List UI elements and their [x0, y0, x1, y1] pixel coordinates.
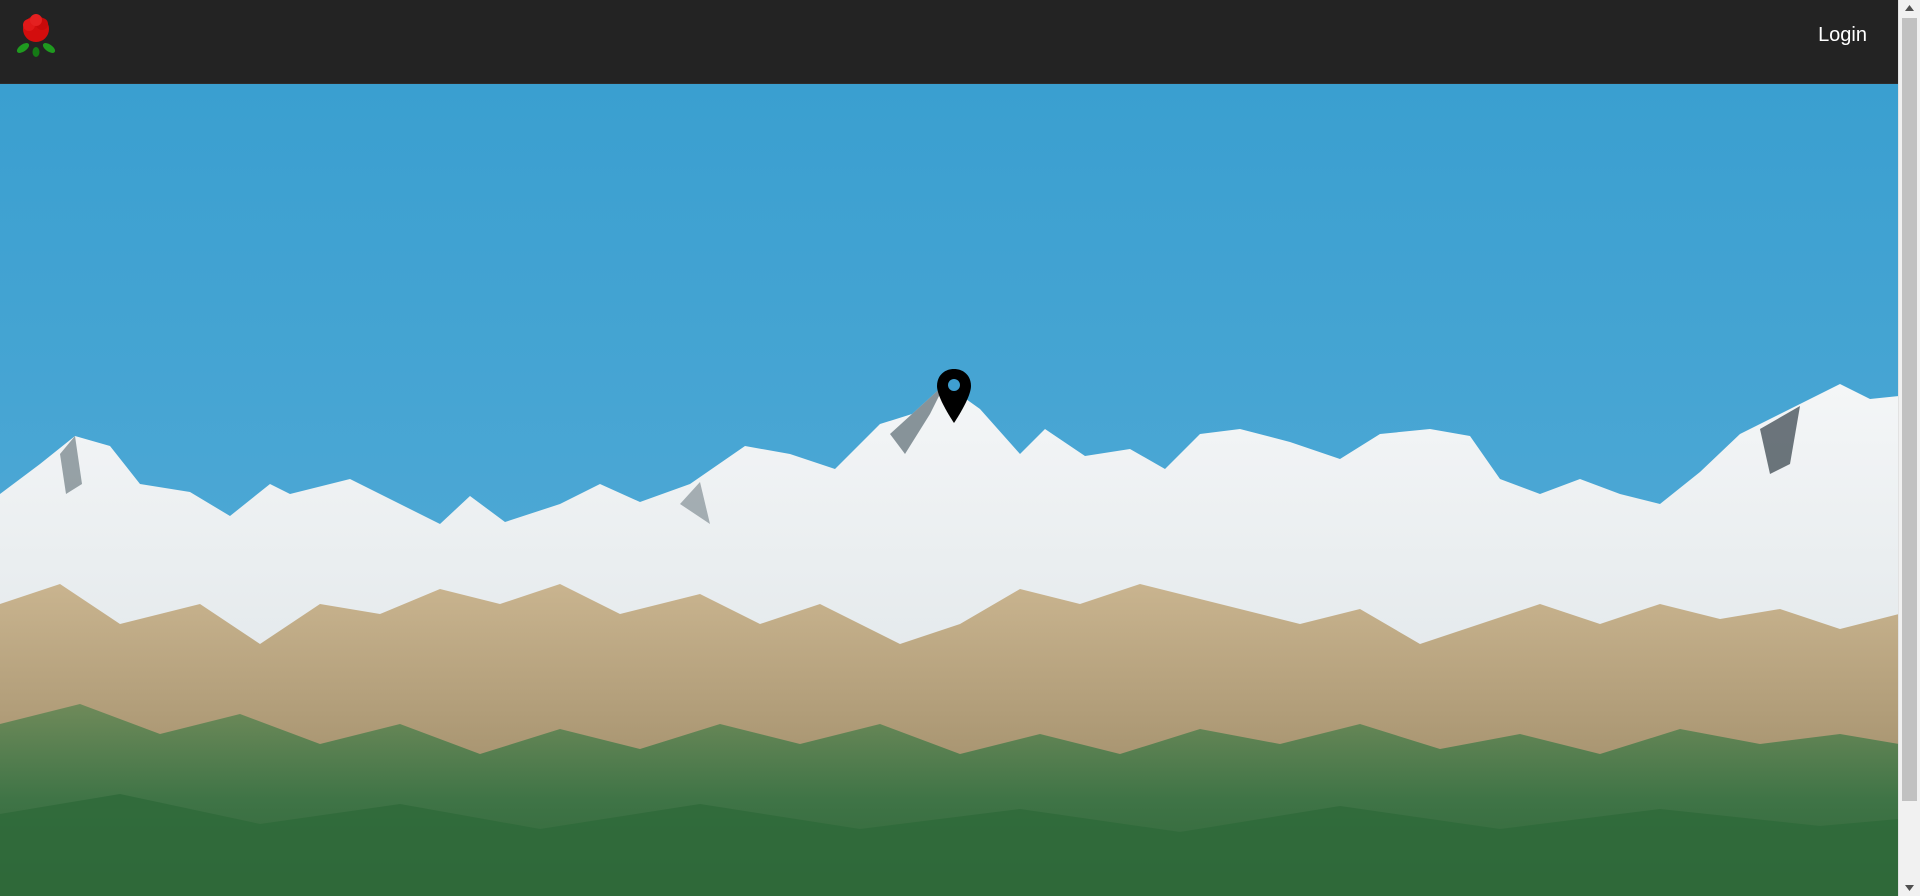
- map-pin-icon[interactable]: [935, 368, 973, 424]
- 3d-terrain-view[interactable]: [0, 84, 1899, 896]
- top-navbar: Login: [0, 0, 1899, 84]
- scroll-down-arrow-icon[interactable]: [1899, 880, 1920, 896]
- login-link[interactable]: Login: [1818, 24, 1867, 47]
- rose-logo-icon[interactable]: [14, 12, 58, 58]
- scroll-up-arrow-icon[interactable]: [1899, 0, 1920, 16]
- scrollbar-thumb[interactable]: [1902, 18, 1917, 801]
- vertical-scrollbar[interactable]: [1898, 0, 1920, 896]
- mountain-terrain-render[interactable]: [0, 84, 1899, 896]
